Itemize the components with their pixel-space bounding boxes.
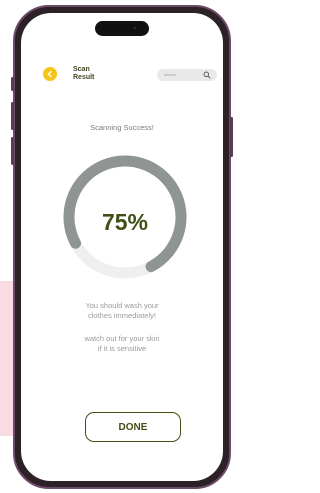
advice-line-2: clothes immediately! xyxy=(88,311,156,320)
search-icon[interactable] xyxy=(203,71,211,79)
app-screen: Scan Result search Scanning Success! 75%… xyxy=(21,13,223,481)
advice-line-1: You should wash your xyxy=(85,301,159,310)
page-title: Scan Result xyxy=(73,66,94,82)
side-button xyxy=(11,77,14,91)
page-title-line1: Scan xyxy=(73,66,90,73)
dynamic-island xyxy=(95,21,149,36)
phone-frame: Scan Result search Scanning Success! 75%… xyxy=(11,5,233,489)
done-button[interactable]: DONE xyxy=(85,412,181,442)
progress-percent: 75% xyxy=(101,209,149,235)
page-title-line2: Result xyxy=(73,74,95,81)
advice-line-3: watch out for your skin xyxy=(84,334,160,343)
search-placeholder: search xyxy=(164,72,177,77)
advice-line-4: if it is sensitive xyxy=(97,344,147,353)
app-header: Scan Result search xyxy=(21,65,223,87)
camera-icon xyxy=(132,25,138,31)
search-input[interactable]: search xyxy=(157,69,217,81)
scan-status-text: Scanning Success! xyxy=(90,123,154,132)
volume-up-button xyxy=(11,102,14,130)
back-button[interactable] xyxy=(43,67,57,81)
chevron-left-icon xyxy=(47,70,52,78)
power-button xyxy=(230,117,233,157)
volume-down-button xyxy=(11,137,14,165)
